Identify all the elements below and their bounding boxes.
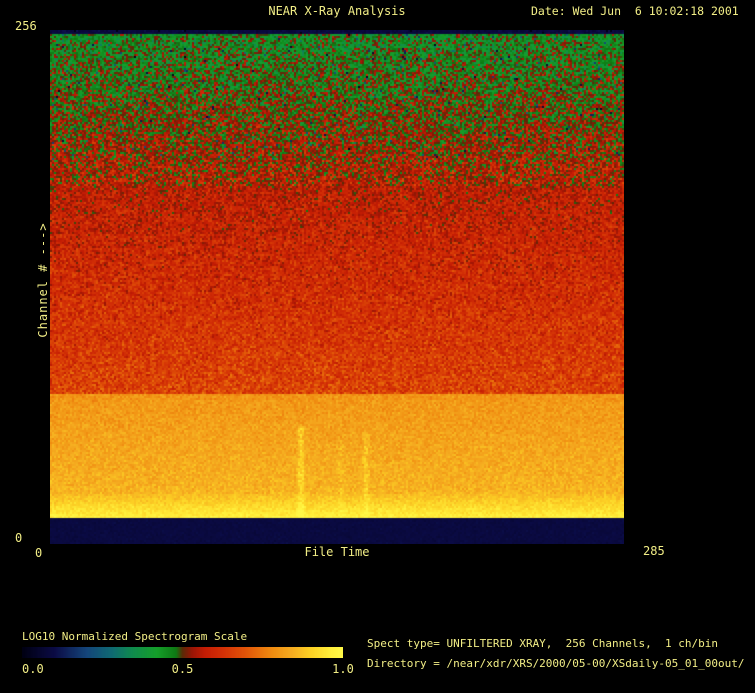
x-axis-min-label: 0: [35, 546, 43, 560]
colorbar-tick-min: 0.0: [22, 662, 44, 676]
y-axis-min-label: 0: [15, 531, 23, 545]
directory-line: Directory = /near/xdr/XRS/2000/05-00/XSd…: [367, 657, 745, 670]
y-axis-title: Channel # --->: [36, 222, 50, 338]
colorbar-title: LOG10 Normalized Spectrogram Scale: [22, 630, 248, 643]
y-axis-max-label: 256: [15, 19, 37, 33]
colorbar-ticks: 0.0 0.5 1.0: [22, 662, 354, 677]
colorbar-tick-max: 1.0: [332, 662, 354, 676]
spectrogram-image: [50, 30, 624, 544]
spect-type-line: Spect type= UNFILTERED XRAY, 256 Channel…: [367, 637, 718, 650]
xray-analysis-window: NEAR X-Ray Analysis Date: Wed Jun 6 10:0…: [0, 0, 755, 693]
colorbar-tick-mid: 0.5: [171, 662, 194, 676]
date-label: Date: Wed Jun 6 10:02:18 2001: [531, 4, 739, 18]
x-axis-title: File Time: [304, 545, 370, 559]
x-axis-max-label: 285: [643, 544, 665, 558]
colorbar-gradient: [22, 647, 343, 658]
